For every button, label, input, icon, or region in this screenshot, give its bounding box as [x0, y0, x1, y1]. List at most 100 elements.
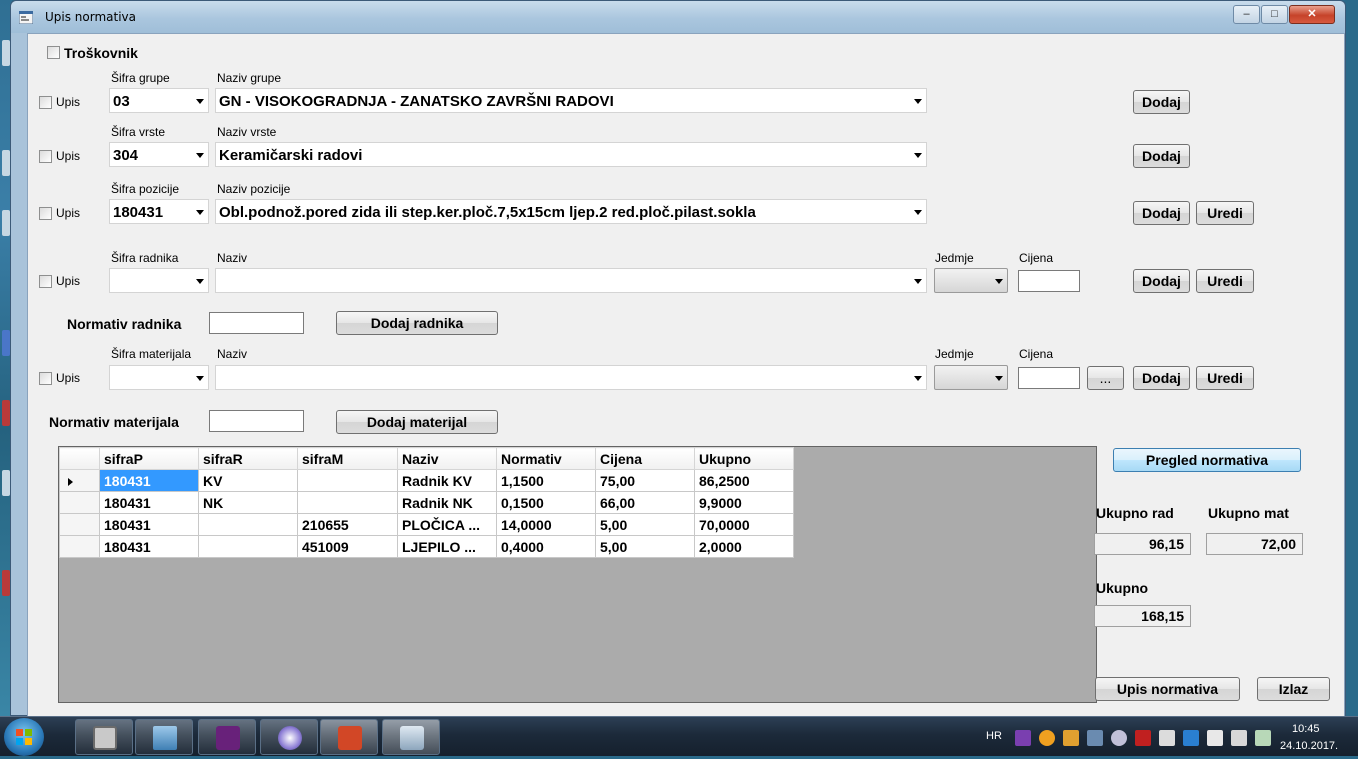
desktop-shortcut-icon[interactable] — [2, 150, 10, 176]
chevron-down-icon[interactable] — [995, 279, 1003, 284]
dodaj-materijal-row-button[interactable]: Dodaj — [1133, 366, 1190, 390]
grid-cell[interactable]: 210655 — [297, 513, 398, 536]
cloud-tray-icon[interactable] — [1183, 730, 1199, 746]
upis-materijal-checkbox[interactable] — [39, 372, 52, 385]
naziv-grupe-combo[interactable]: GN - VISOKOGRADNJA - ZANATSKO ZAVRŠNI RA… — [215, 88, 927, 113]
grid-cell[interactable]: Radnik KV — [397, 469, 497, 492]
flag-icon[interactable] — [1207, 730, 1223, 746]
normativ-radnika-input[interactable] — [209, 312, 304, 334]
jedmje-radnika-combo[interactable] — [934, 268, 1008, 293]
grid-cell[interactable]: 2,0000 — [694, 535, 794, 558]
taskbar-app-powerpoint[interactable] — [320, 719, 378, 755]
column-header-normativ[interactable]: Normativ — [496, 447, 596, 470]
taskbar-app-file-manager[interactable] — [75, 719, 133, 755]
normativ-data-grid[interactable]: sifraP sifraR sifraM Naziv Normativ Cije… — [58, 446, 1097, 703]
desktop-shortcut-icon[interactable] — [2, 570, 10, 596]
sifra-grupe-combo[interactable]: 03 — [109, 88, 209, 113]
sifra-materijala-combo[interactable] — [109, 365, 209, 390]
sifra-vrste-combo[interactable]: 304 — [109, 142, 209, 167]
uredi-materijal-button[interactable]: Uredi — [1196, 366, 1254, 390]
grid-cell[interactable]: 180431 — [99, 513, 199, 536]
grid-cell[interactable]: Radnik NK — [397, 491, 497, 514]
desktop-shortcut-icon[interactable] — [2, 40, 10, 66]
grid-cell[interactable]: PLOČICA ... — [397, 513, 497, 536]
minimize-button[interactable]: – — [1233, 5, 1260, 24]
column-header-sifrap[interactable]: sifraP — [99, 447, 199, 470]
grid-cell[interactable]: 86,2500 — [694, 469, 794, 492]
sifra-radnika-combo[interactable] — [109, 268, 209, 293]
grid-cell[interactable] — [297, 469, 398, 492]
table-row[interactable]: 180431 210655 PLOČICA ... 14,0000 5,00 7… — [59, 513, 794, 536]
chevron-down-icon[interactable] — [196, 279, 204, 284]
uredi-radnik-button[interactable]: Uredi — [1196, 269, 1254, 293]
grid-cell[interactable]: 1,1500 — [496, 469, 596, 492]
chevron-down-icon[interactable] — [995, 376, 1003, 381]
grid-cell[interactable]: 66,00 — [595, 491, 695, 514]
column-header-sifrar[interactable]: sifraR — [198, 447, 298, 470]
grid-cell[interactable]: 180431 — [99, 469, 199, 492]
taskbar-app-visual-studio[interactable] — [198, 719, 256, 755]
grid-cell[interactable] — [198, 513, 298, 536]
desktop-shortcut-icon[interactable] — [2, 470, 10, 496]
close-button[interactable]: ✕ — [1289, 5, 1335, 24]
naziv-pozicije-combo[interactable]: Obl.podnož.pored zida ili step.ker.ploč.… — [215, 199, 927, 224]
security-tray-icon[interactable] — [1063, 730, 1079, 746]
grid-cell[interactable]: 451009 — [297, 535, 398, 558]
monitor-tray-icon[interactable] — [1159, 730, 1175, 746]
desktop-shortcut-icon[interactable] — [2, 400, 10, 426]
naziv-radnika-combo[interactable] — [215, 268, 927, 293]
grid-cell[interactable]: 75,00 — [595, 469, 695, 492]
column-header-cijena[interactable]: Cijena — [595, 447, 695, 470]
chevron-down-icon[interactable] — [196, 376, 204, 381]
grid-cell[interactable] — [198, 535, 298, 558]
dodaj-grupa-button[interactable]: Dodaj — [1133, 90, 1190, 114]
dodaj-radnik-button[interactable]: Dodaj — [1133, 269, 1190, 293]
grid-cell[interactable]: 180431 — [99, 535, 199, 558]
grid-cell[interactable]: 70,0000 — [694, 513, 794, 536]
grid-cell[interactable]: KV — [198, 469, 298, 492]
grid-cell[interactable]: NK — [198, 491, 298, 514]
naziv-materijala-combo[interactable] — [215, 365, 927, 390]
taskbar-app-active-application[interactable] — [382, 719, 440, 755]
chevron-down-icon[interactable] — [914, 153, 922, 158]
chevron-down-icon[interactable] — [914, 210, 922, 215]
chevron-down-icon[interactable] — [196, 99, 204, 104]
language-indicator[interactable]: HR — [986, 730, 1002, 742]
jedmje-materijala-combo[interactable] — [934, 365, 1008, 390]
column-header-naziv[interactable]: Naziv — [397, 447, 497, 470]
update-tray-icon[interactable] — [1039, 730, 1055, 746]
table-row[interactable]: 180431 NK Radnik NK 0,1500 66,00 9,9000 — [59, 491, 794, 514]
dodaj-vrsta-button[interactable]: Dodaj — [1133, 144, 1190, 168]
desktop-shortcut-icon[interactable] — [2, 210, 10, 236]
upis-grupa-checkbox[interactable] — [39, 96, 52, 109]
upis-radnik-checkbox[interactable] — [39, 275, 52, 288]
naziv-vrste-combo[interactable]: Keramičarski radovi — [215, 142, 927, 167]
sifra-pozicije-combo[interactable]: 180431 — [109, 199, 209, 224]
column-header-sifram[interactable]: sifraM — [297, 447, 398, 470]
volume-icon[interactable] — [1231, 730, 1247, 746]
grid-cell[interactable]: LJEPILO ... — [397, 535, 497, 558]
clock-time[interactable]: 10:45 — [1292, 723, 1320, 735]
izlaz-button[interactable]: Izlaz — [1257, 677, 1330, 701]
dodaj-materijal-button[interactable]: Dodaj materijal — [336, 410, 498, 434]
row-header[interactable] — [59, 469, 100, 492]
chevron-down-icon[interactable] — [196, 210, 204, 215]
troskovnik-checkbox[interactable] — [47, 46, 60, 59]
grid-cell[interactable] — [297, 491, 398, 514]
row-header[interactable] — [59, 535, 100, 558]
grid-cell[interactable]: 14,0000 — [496, 513, 596, 536]
grid-cell[interactable]: 5,00 — [595, 513, 695, 536]
network-icon[interactable] — [1255, 730, 1271, 746]
title-bar[interactable]: Upis normativa – □ ✕ — [11, 1, 1345, 33]
pregled-normativa-button[interactable]: Pregled normativa — [1113, 448, 1301, 472]
cijena-materijala-input[interactable] — [1018, 367, 1080, 389]
row-header[interactable] — [59, 513, 100, 536]
media-tray-icon[interactable] — [1111, 730, 1127, 746]
start-button[interactable] — [4, 718, 44, 756]
grid-cell[interactable]: 180431 — [99, 491, 199, 514]
grid-cell[interactable]: 0,1500 — [496, 491, 596, 514]
upis-normativa-button[interactable]: Upis normativa — [1095, 677, 1240, 701]
dodaj-radnika-button[interactable]: Dodaj radnika — [336, 311, 498, 335]
normativ-materijala-input[interactable] — [209, 410, 304, 432]
table-row[interactable]: 180431 KV Radnik KV 1,1500 75,00 86,2500 — [59, 469, 794, 492]
